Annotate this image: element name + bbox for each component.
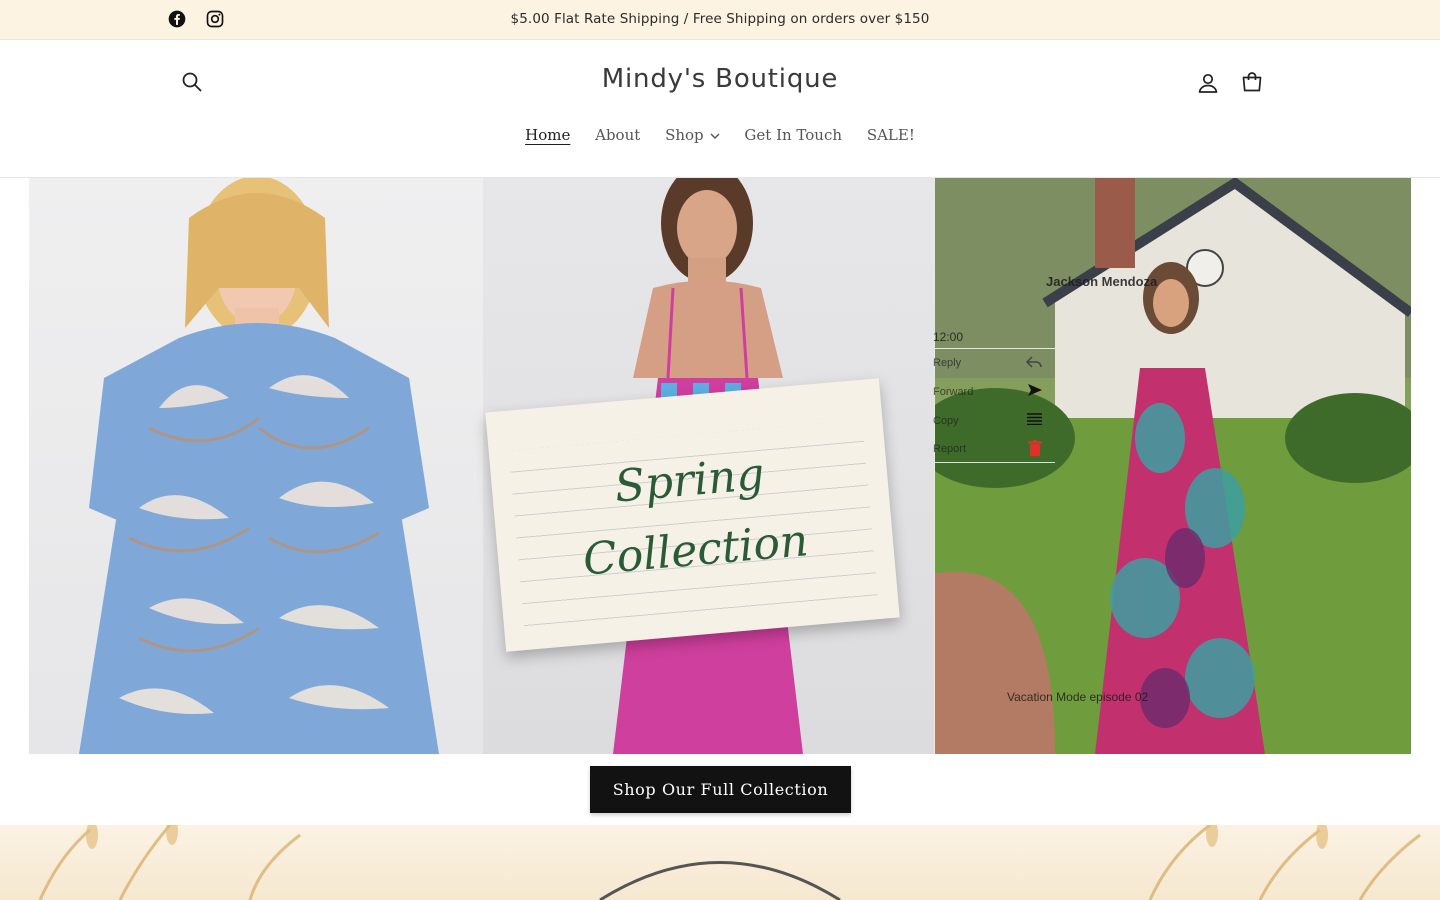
wheat-field-banner [0,825,1440,900]
overlay-time: 12:00 [933,330,964,344]
overlay-menu-forward: Forward [933,386,974,398]
nav-item-shop-label: Shop [665,126,704,144]
chevron-down-icon [710,133,720,139]
spring-collection-note: Spring Collection [485,378,900,652]
blue-dress-illustration [79,178,439,754]
announcement-text: $5.00 Flat Rate Shipping / Free Shipping… [510,11,930,27]
main-nav: Home About Shop Get In Touch SALE! [0,126,1440,144]
hero-image-floral-dress [935,178,1411,754]
overlay-divider-bottom [935,462,1055,463]
forward-icon [1028,384,1042,396]
overlay-divider [935,348,1055,349]
account-icon[interactable] [1196,71,1220,95]
hero-image-blue-dress [29,178,483,754]
shop-full-collection-button[interactable]: Shop Our Full Collection [590,766,851,813]
overlay-menu-reply: Reply [933,357,962,369]
overlay-menu-report: Report [933,443,967,455]
reply-icon [1026,356,1042,368]
announcement-bar: $5.00 Flat Rate Shipping / Free Shipping… [0,0,1440,40]
nav-item-about[interactable]: About [595,126,640,144]
site-logo[interactable]: Mindy's Boutique [0,64,1440,94]
nav-item-get-in-touch[interactable]: Get In Touch [744,126,842,144]
copy-icon [1027,413,1042,425]
trash-icon [1028,440,1042,456]
nav-item-sale[interactable]: SALE! [867,126,915,144]
overlay-menu-copy: Copy [933,415,959,427]
overlay-caption: Vacation Mode episode 02 [1007,690,1149,704]
nav-item-home[interactable]: Home [525,126,570,144]
site-header: Mindy's Boutique Home About Shop Get In … [0,40,1440,178]
cart-icon[interactable] [1240,70,1264,94]
nav-item-shop[interactable]: Shop [665,126,720,144]
overlay-username: Jackson Mendoza [1046,274,1158,289]
floral-dress-illustration [935,178,1411,754]
wheat-field-illustration [38,825,1421,900]
